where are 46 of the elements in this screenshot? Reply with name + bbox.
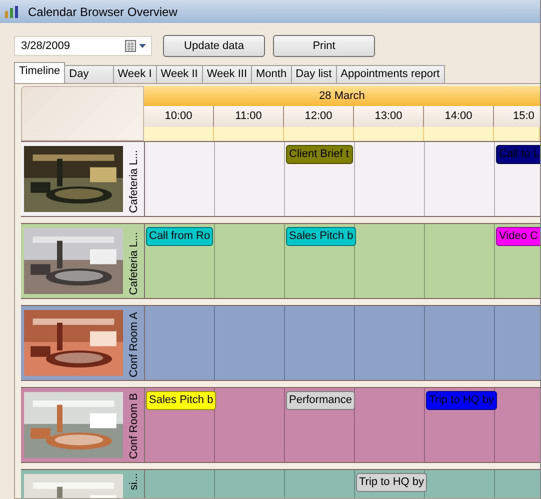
hour-header: 12:00 [284, 106, 354, 127]
bar-chart-icon [5, 6, 19, 18]
tab[interactable]: Month [251, 65, 292, 83]
time-slot[interactable]: Video C [495, 224, 540, 298]
resource-label: si... [128, 473, 140, 490]
tab[interactable]: Appointments report [336, 65, 445, 83]
tab[interactable]: Week II [156, 65, 203, 83]
hour-header: 15:0 [494, 106, 540, 127]
time-slot[interactable]: Trip to HQ by [355, 470, 425, 498]
all-day-cell [494, 127, 540, 141]
time-slot[interactable]: Call from Ro [145, 224, 215, 298]
time-slot[interactable]: Client Brief t [285, 142, 355, 216]
toolbar-button[interactable]: Update data [163, 35, 265, 57]
time-slot[interactable]: Performance [285, 388, 355, 462]
appointment[interactable]: Sales Pitch b [286, 227, 356, 246]
appointment[interactable]: Call from Ro [146, 227, 214, 246]
toolbar-button[interactable]: Print [273, 35, 375, 57]
hour-header: 11:00 [214, 106, 284, 127]
hour-header: 14:00 [424, 106, 494, 127]
tab[interactable]: Day [64, 65, 114, 83]
appointment[interactable]: Sales Pitch b [146, 391, 216, 410]
appointment[interactable]: Trip to HQ by [356, 473, 427, 492]
all-day-cell [144, 127, 214, 141]
time-slot[interactable]: Sales Pitch b [145, 388, 215, 462]
window-title: Calendar Browser Overview [28, 4, 178, 18]
date-picker[interactable]: 3/28/2009 [14, 36, 152, 56]
resource-label: Conf Room B [128, 392, 140, 459]
appointment[interactable]: Performance [286, 391, 355, 410]
appointment[interactable]: Client Brief t [286, 145, 353, 164]
time-slot[interactable]: Sales Pitch b [285, 224, 355, 298]
date-header: 28 March [144, 86, 540, 106]
all-day-cell [284, 127, 354, 141]
resource-label: Cafeteria L... [128, 150, 140, 213]
resource-label: Cafeteria L... [128, 232, 140, 295]
tab[interactable]: Week III [202, 65, 252, 83]
appointment[interactable]: Video C [496, 227, 540, 246]
tab[interactable]: Day list [290, 65, 337, 83]
hour-header: 13:00 [354, 106, 424, 127]
all-day-cell [424, 127, 494, 141]
hour-header: 10:00 [144, 106, 214, 127]
all-day-cell [214, 127, 284, 141]
resource-label: Conf Room A [128, 312, 140, 377]
tab[interactable]: Week I [112, 65, 157, 83]
all-day-cell [354, 127, 424, 141]
calendar-dropdown-icon[interactable] [125, 40, 147, 52]
tab[interactable]: Timeline [14, 62, 66, 83]
